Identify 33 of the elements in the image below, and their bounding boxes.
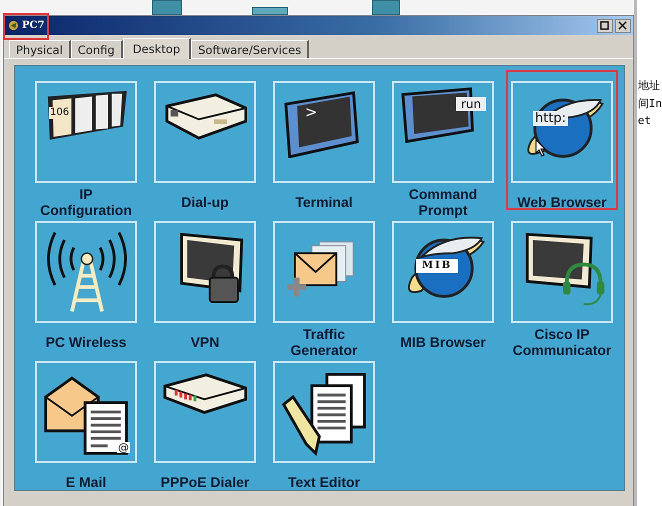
app-label: Web Browser xyxy=(517,194,607,210)
app-tile[interactable]: @ xyxy=(35,361,137,463)
app-label: VPN xyxy=(190,334,220,350)
app-label: PC Wireless xyxy=(46,334,126,350)
app-label: IP Configuration xyxy=(39,186,133,218)
app-label: Cisco IP Communicator xyxy=(512,326,612,358)
app-label: PPPoE Dialer xyxy=(160,474,250,490)
app-label: MIB Browser xyxy=(400,334,486,350)
tab[interactable]: Desktop xyxy=(122,38,192,59)
tab[interactable]: Physical xyxy=(9,40,71,58)
app-tile[interactable]: http: xyxy=(511,81,613,183)
tab[interactable]: Config xyxy=(70,40,123,58)
app-tile[interactable]: run xyxy=(392,81,494,183)
background-text: et xyxy=(638,114,652,128)
app-label: E Mail xyxy=(66,474,106,490)
app-label: Dial-up xyxy=(181,194,229,210)
app-tile[interactable]: MIB xyxy=(392,221,494,323)
background-text: 地址 xyxy=(638,78,661,92)
icon-text: > xyxy=(305,105,318,120)
tab[interactable]: Software/Services xyxy=(191,40,310,58)
app-tile[interactable]: > xyxy=(273,81,375,183)
icon-text: 106 xyxy=(49,107,70,119)
icon-text: MIB xyxy=(416,259,458,273)
icon-text: http: xyxy=(533,111,568,126)
app-label: Text Editor xyxy=(288,474,360,490)
window-title: PC7 xyxy=(22,20,44,31)
app-label: Command Prompt xyxy=(408,186,478,218)
icon-text: run xyxy=(456,97,486,111)
icon-text: @ xyxy=(117,442,130,453)
app-tile[interactable]: 106 xyxy=(35,81,137,183)
background-text: 间In xyxy=(638,96,662,110)
app-label: Traffic Generator xyxy=(290,326,358,358)
app-label: Terminal xyxy=(295,194,353,210)
